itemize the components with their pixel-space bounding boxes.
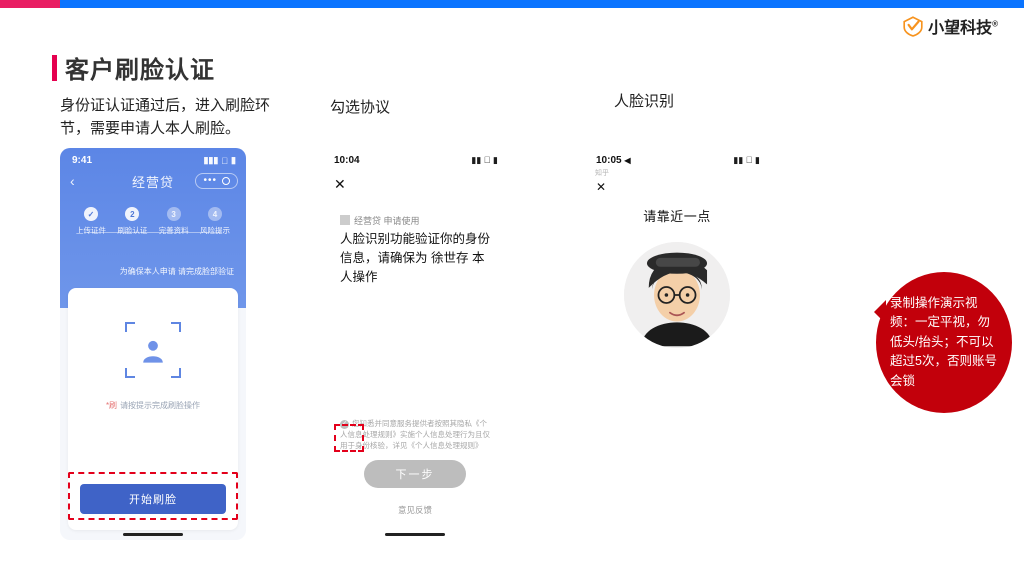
title-accent [52, 55, 57, 81]
status-bar: 10:05 ◀ ▮▮ 􀙇 ▮ [584, 148, 770, 166]
next-button[interactable]: 下一步 [364, 460, 466, 488]
nav-bar: ‹ 经营贷 ••• [60, 169, 246, 193]
start-face-button[interactable]: 开始刷脸 [80, 484, 226, 514]
status-bar: 10:04 ▮▮ 􀙇 ▮ [322, 148, 508, 166]
phone-face-verify: 9:41 ▮▮▮􀙇▮ ‹ 经营贷 ••• 上传证件 刷脸认证 3完善资料 4风险… [60, 148, 246, 540]
top-accent-bar [0, 0, 1024, 8]
home-indicator [123, 533, 183, 536]
brand-logo-icon [902, 15, 924, 37]
close-button[interactable]: ✕ [334, 176, 346, 193]
feedback-link[interactable]: 意见反馈 [322, 504, 508, 516]
source-mini: 知乎 [595, 168, 609, 178]
brand-logo: 小望科技® [902, 14, 998, 38]
page-title: 客户刷脸认证 [65, 50, 215, 85]
caption-step1: 身份证认证通过后，进入刷脸环节，需要申请人本人刷脸。 [60, 94, 290, 141]
face-preview [624, 242, 730, 348]
caption-step3: 人脸识别 [614, 90, 674, 111]
stepper: 上传证件 刷脸认证 3完善资料 4风险提示 [60, 193, 246, 236]
phones-row: 9:41 ▮▮▮􀙇▮ ‹ 经营贷 ••• 上传证件 刷脸认证 3完善资料 4风险… [60, 148, 980, 548]
liveness-prompt: 请靠近一点 [584, 206, 770, 225]
phone-liveness: 10:05 ◀ ▮▮ 􀙇 ▮ 知乎 ✕ 请靠近一点 [584, 148, 770, 540]
face-hint: *刷请按提示完成刷脸操作 [106, 400, 200, 411]
face-scan-icon [125, 322, 181, 378]
caption-step2: 勾选协议 [330, 96, 390, 117]
face-card: *刷请按提示完成刷脸操作 开始刷脸 [68, 288, 238, 530]
home-indicator [385, 533, 445, 536]
status-bar: 9:41 ▮▮▮􀙇▮ [60, 148, 246, 166]
highlight-checkbox [334, 424, 364, 452]
page-title-row: 客户刷脸认证 [52, 50, 215, 85]
phone-agreement: 10:04 ▮▮ 􀙇 ▮ ✕ 经营贷 申请使用 人脸识别功能验证你的身份信息，请… [322, 148, 508, 540]
brand-name: 小望科技 [928, 20, 992, 37]
signal-icon: ▮▮ 􀙇 ▮ [733, 155, 760, 166]
nav-title: 经营贷 [132, 172, 174, 191]
back-icon[interactable]: ‹ [70, 173, 75, 189]
banner-subtitle: 为确保本人申请 请完成脸部验证 [120, 266, 234, 277]
consent-message: 人脸识别功能验证你的身份信息，请确保为 徐世存 本人操作 [340, 230, 494, 286]
source-label: 经营贷 申请使用 [340, 214, 420, 227]
miniprogram-menu[interactable]: ••• [195, 173, 238, 189]
signal-icon: ▮▮▮􀙇▮ [203, 155, 236, 166]
tip-callout: 录制操作演示视频：一定平视，勿低头/抬头；不可以超过5次，否则账号会锁 [876, 272, 1012, 413]
close-button[interactable]: ✕ [596, 180, 606, 194]
signal-icon: ▮▮ 􀙇 ▮ [471, 155, 498, 166]
